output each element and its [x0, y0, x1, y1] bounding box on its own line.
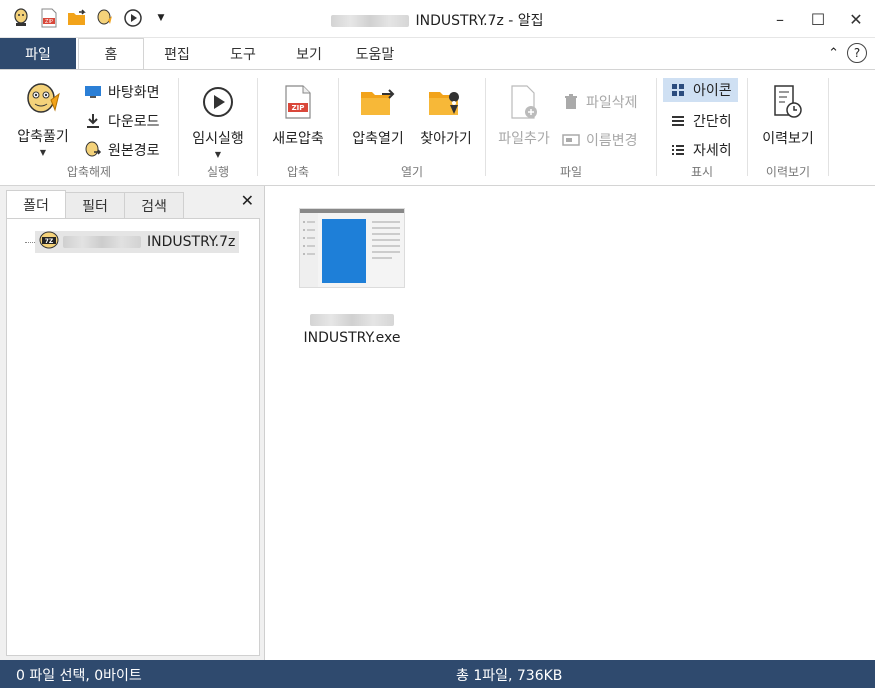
folder-tree: 7Z INDUSTRY.7z	[6, 218, 260, 656]
left-panel: 폴더 필터 검색 ✕ 7Z INDUSTRY.7z	[0, 186, 265, 660]
group-history: 이력보기 이력보기	[748, 74, 828, 182]
view-icon-button[interactable]: 아이콘	[663, 78, 738, 102]
ribbon: 압축풀기 ▼ 바탕화면 다운로드 원본경로 압축해제 임시실행 ▼ 실행 ZIP…	[0, 69, 875, 186]
collapse-ribbon-icon[interactable]: ⌃	[828, 46, 839, 61]
grid-icon	[669, 81, 687, 99]
zip-file-icon: ZIP	[278, 82, 318, 122]
extract-original-path-button[interactable]: 원본경로	[84, 140, 160, 160]
blurred-file-name	[310, 314, 394, 326]
group-label-compress: 압축	[286, 165, 310, 179]
group-extract: 압축풀기 ▼ 바탕화면 다운로드 원본경로 압축해제	[0, 74, 178, 182]
close-button[interactable]: ✕	[837, 0, 875, 38]
blurred-tree-name	[63, 236, 141, 248]
delete-file-button[interactable]: 파일삭제	[562, 92, 638, 112]
desktop-icon	[84, 83, 102, 101]
rename-button[interactable]: 이름변경	[562, 130, 638, 150]
new-compress-button[interactable]: ZIP 새로압축	[264, 82, 332, 148]
group-label-open: 열기	[400, 165, 424, 179]
history-button[interactable]: 이력보기	[754, 82, 822, 148]
status-total: 총 1파일, 736KB	[456, 668, 563, 684]
tab-home[interactable]: 홈	[78, 38, 144, 70]
file-list-area: INDUSTRY.exe	[266, 186, 875, 660]
group-label-extract: 압축해제	[66, 165, 112, 179]
panel-tab-search[interactable]: 검색	[124, 192, 184, 218]
group-run: 임시실행 ▼ 실행	[179, 74, 257, 182]
ribbon-tabs: 파일 홈 편집 도구 보기 도움말 ⌃ ?	[0, 38, 875, 70]
tab-edit[interactable]: 편집	[144, 38, 210, 70]
history-icon	[768, 82, 808, 122]
group-label-run: 실행	[206, 165, 230, 179]
group-label-history: 이력보기	[765, 165, 811, 179]
file-name: INDUSTRY.exe	[304, 314, 400, 348]
panel-close-button[interactable]: ✕	[241, 191, 254, 210]
tab-view[interactable]: 보기	[276, 38, 342, 70]
open-folder-arrow-icon	[358, 82, 398, 122]
panel-tab-folder[interactable]: 폴더	[6, 190, 66, 218]
extract-desktop-button[interactable]: 바탕화면	[84, 82, 160, 102]
tab-tools[interactable]: 도구	[210, 38, 276, 70]
view-simple-button[interactable]: 간단히	[669, 111, 732, 131]
extract-mascot-icon	[23, 80, 63, 120]
trash-icon	[562, 93, 580, 111]
rename-icon	[562, 131, 580, 149]
extract-button[interactable]: 압축풀기 ▼	[12, 80, 74, 157]
folder-location-icon	[426, 82, 466, 122]
maximize-button[interactable]: ☐	[799, 0, 837, 38]
7z-archive-icon: 7Z	[39, 231, 59, 253]
tab-file[interactable]: 파일	[0, 38, 76, 70]
extract-download-button[interactable]: 다운로드	[84, 111, 160, 131]
file-item[interactable]: INDUSTRY.exe	[298, 208, 406, 348]
add-file-button[interactable]: 파일추가	[490, 82, 558, 148]
status-bar: 0 파일 선택, 0바이트 총 1파일, 736KB	[0, 660, 875, 688]
detail-list-icon	[669, 141, 687, 159]
svg-text:ZIP: ZIP	[292, 104, 305, 112]
tab-help[interactable]: 도움말	[342, 38, 408, 70]
download-icon	[84, 112, 102, 130]
group-label-file: 파일	[559, 165, 583, 179]
panel-tab-filter[interactable]: 필터	[65, 192, 125, 218]
group-view: 아이콘 간단히 자세히 표시	[657, 74, 747, 182]
original-path-icon	[84, 141, 102, 159]
group-label-view: 표시	[690, 165, 714, 179]
open-archive-button[interactable]: 압축열기	[345, 82, 411, 148]
view-detail-button[interactable]: 자세히	[669, 140, 732, 160]
play-circle-icon	[198, 82, 238, 122]
blurred-filename	[331, 15, 410, 27]
tree-item-archive[interactable]: 7Z INDUSTRY.7z	[35, 231, 240, 253]
temp-run-button[interactable]: 임시실행 ▼	[187, 82, 249, 159]
svg-text:7Z: 7Z	[45, 238, 54, 245]
find-location-button[interactable]: 찾아가기	[413, 82, 479, 148]
status-selection: 0 파일 선택, 0바이트	[16, 668, 142, 684]
exe-thumbnail-icon	[299, 208, 405, 288]
add-file-icon	[504, 82, 544, 122]
list-icon	[669, 112, 687, 130]
window-title: INDUSTRY.7z - 알집	[0, 10, 875, 30]
minimize-button[interactable]: –	[761, 0, 799, 38]
help-icon[interactable]: ?	[847, 43, 867, 63]
group-file: 파일추가 파일삭제 이름변경 파일	[486, 74, 656, 182]
group-open: 압축열기 찾아가기 열기	[339, 74, 485, 182]
group-compress: ZIP 새로압축 압축	[258, 74, 338, 182]
ribbon-separator	[828, 78, 829, 176]
title-bar: ZIP ▼ INDUSTRY.7z - 알집 – ☐ ✕	[0, 0, 875, 38]
